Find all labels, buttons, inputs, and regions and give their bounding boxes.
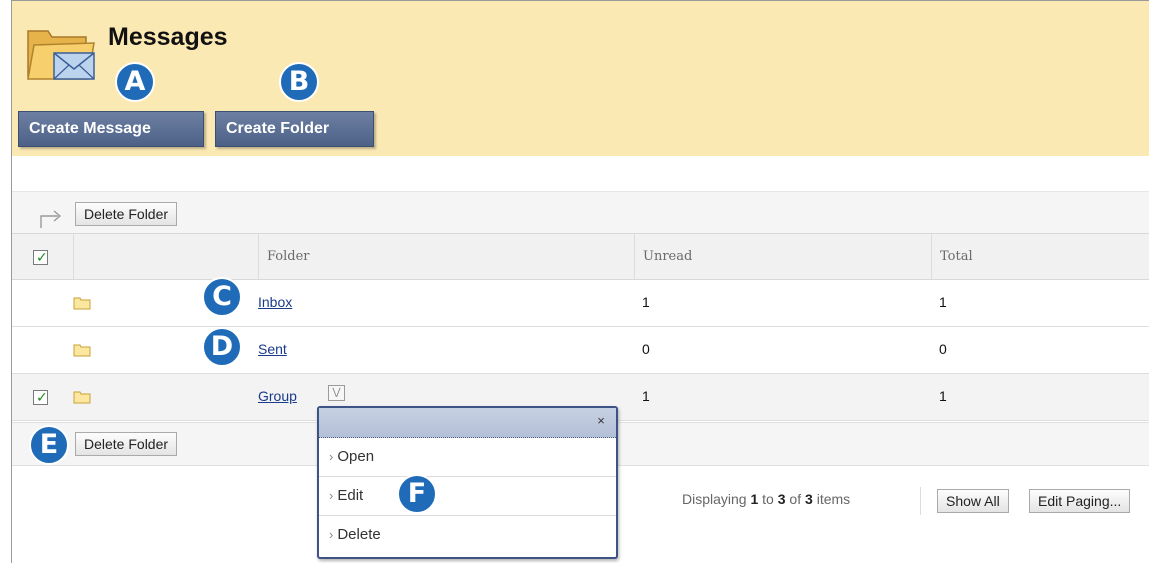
column-header-unread[interactable]: Unread [634, 234, 931, 279]
folder-name-cell: Inbox [258, 280, 292, 326]
unread-count: 1 [642, 388, 650, 404]
paging-to: 3 [777, 491, 786, 507]
chevron-right-icon: › [329, 488, 334, 503]
paging-of-word: of [785, 491, 806, 507]
top-action-bar: Delete Folder [12, 191, 1149, 233]
chevron-right-icon: › [329, 527, 334, 542]
messages-folder-icon [27, 30, 95, 80]
folder-link-inbox[interactable]: Inbox [258, 294, 292, 310]
checkmark-icon: ✓ [36, 249, 48, 265]
menu-item-label: Open [337, 448, 375, 465]
select-all-checkbox[interactable]: ✓ [33, 249, 48, 265]
context-menu-header: × [319, 408, 616, 438]
create-message-button[interactable]: Create Message [18, 111, 204, 147]
checkmark-icon: ✓ [36, 389, 48, 405]
folder-name-cell: Group [258, 374, 297, 420]
menu-item-open[interactable]: › Open [319, 438, 616, 477]
callout-a: A [115, 62, 155, 102]
menu-item-label: Delete [337, 526, 381, 543]
callout-e: E [29, 425, 69, 465]
chevron-right-icon: › [329, 449, 334, 464]
delete-folder-button-bottom[interactable]: Delete Folder [75, 432, 178, 456]
menu-item-edit[interactable]: › Edit [319, 477, 616, 516]
total-count: 1 [939, 294, 947, 310]
callout-d: D [202, 327, 242, 367]
paging-prefix: Displaying [682, 491, 751, 507]
paging-status: Displaying 1 to 3 of 3 items [682, 491, 850, 507]
table-header: ✓ Folder Unread Total [12, 233, 1149, 280]
menu-item-delete[interactable]: › Delete [319, 516, 616, 555]
total-count: 0 [939, 341, 947, 357]
unread-count: 0 [642, 341, 650, 357]
page-title: Messages [108, 23, 228, 51]
show-all-button[interactable]: Show All [937, 489, 1009, 513]
callout-f: F [397, 474, 437, 514]
edit-paging-button[interactable]: Edit Paging... [1029, 489, 1131, 513]
folder-icon [73, 391, 91, 404]
create-folder-button[interactable]: Create Folder [215, 111, 374, 147]
table-row: Sent 0 0 [12, 327, 1149, 374]
paging-to-word: to [758, 491, 778, 507]
folder-link-group[interactable]: Group [258, 388, 297, 404]
close-icon[interactable]: × [594, 414, 608, 428]
folder-link-sent[interactable]: Sent [258, 341, 287, 357]
column-header-total[interactable]: Total [931, 234, 1149, 279]
paging-divider [920, 487, 921, 515]
table-row: Inbox 1 1 [12, 280, 1149, 327]
column-header-folder[interactable]: Folder [258, 234, 634, 279]
folder-icon [73, 344, 91, 357]
messages-page: Messages Create Message Create Folder A … [11, 0, 1149, 563]
folder-context-menu: × › Open › Edit › Delete [317, 406, 618, 559]
delete-folder-button-top[interactable]: Delete Folder [75, 202, 178, 226]
unread-count: 1 [642, 294, 650, 310]
row-checkbox[interactable]: ✓ [33, 389, 48, 405]
bulk-action-arrow-icon [40, 210, 62, 228]
folder-icon [73, 297, 91, 310]
page-header: Messages Create Message Create Folder A … [12, 1, 1149, 156]
options-menu-chevron-icon[interactable]: ⋁ [328, 385, 345, 401]
callout-c: C [202, 277, 242, 317]
menu-item-label: Edit [337, 487, 364, 504]
total-count: 1 [939, 388, 947, 404]
callout-b: B [279, 62, 319, 102]
paging-total: 3 [805, 491, 813, 507]
icon-column-header [73, 234, 258, 279]
paging-suffix: items [812, 491, 851, 507]
folder-name-cell: Sent [258, 327, 287, 373]
